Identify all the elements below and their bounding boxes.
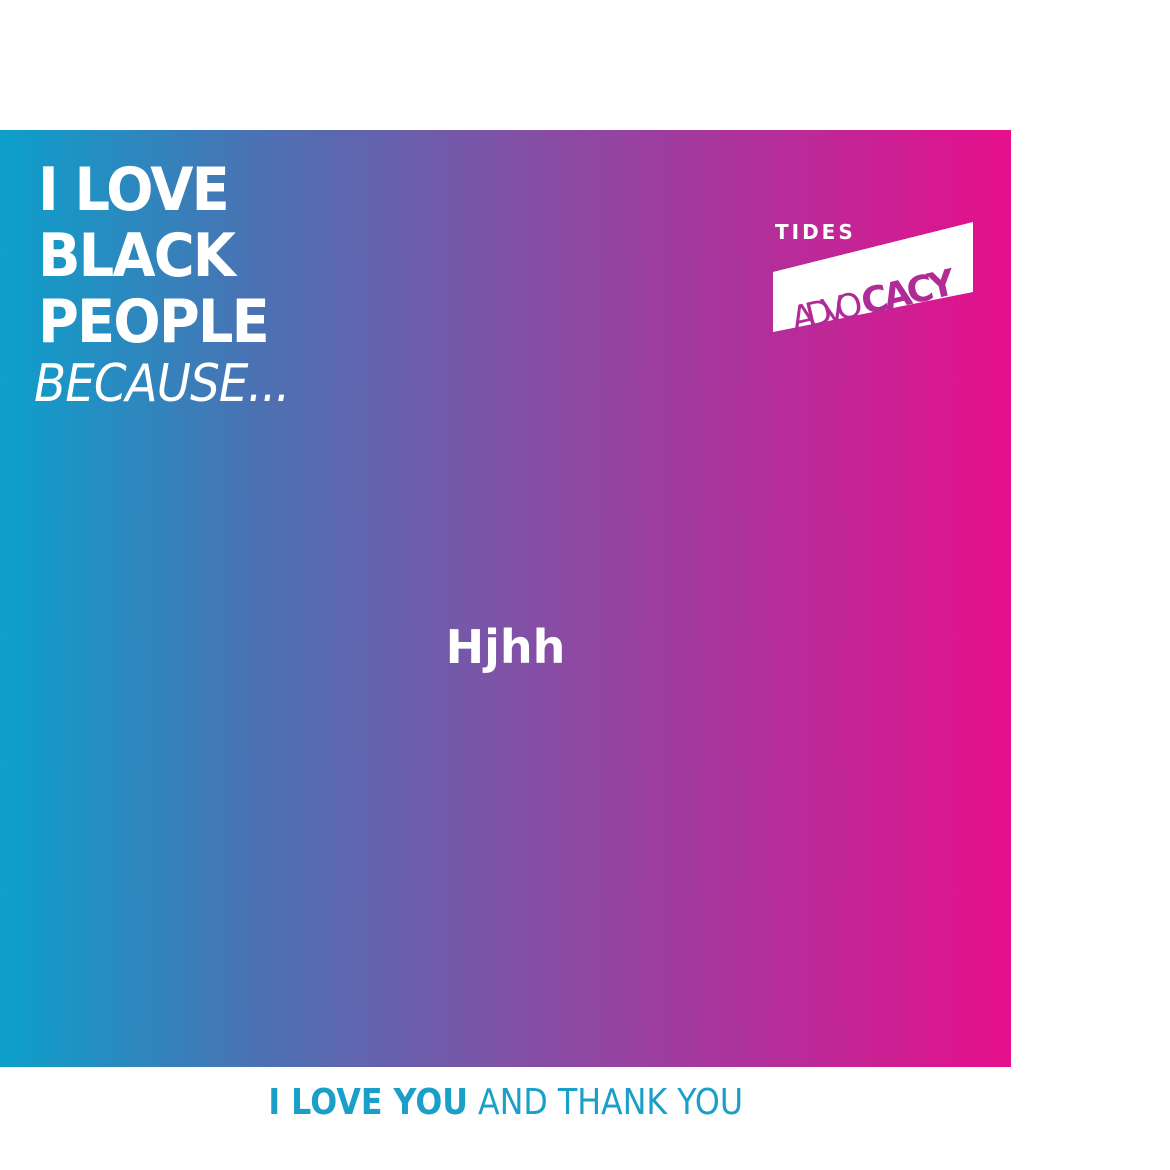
footer-strong-text: I LOVE YOU [268, 1082, 468, 1123]
page: I LOVE BLACK PEOPLE BECAUSE... TIDES ADV… [0, 0, 1170, 1170]
headline-because: BECAUSE... [34, 354, 290, 414]
footer-tagline-inner: I LOVE YOU AND THANK YOU [268, 1082, 743, 1123]
gradient-card: I LOVE BLACK PEOPLE BECAUSE... TIDES ADV… [0, 130, 1011, 1067]
headline-line-3: PEOPLE [38, 287, 270, 357]
footer-tagline: I LOVE YOU AND THANK YOU [0, 1082, 1011, 1123]
headline-line-2: BLACK [38, 221, 236, 291]
headline-line-1: I LOVE [38, 155, 230, 225]
footer-light-text: AND THANK YOU [467, 1082, 743, 1123]
tides-advocacy-logo: TIDES ADVO CACY [773, 220, 973, 335]
card-message: Hjhh [445, 620, 566, 674]
logo-badge: ADVO CACY [773, 222, 973, 335]
headline: I LOVE BLACK PEOPLE BECAUSE... [34, 155, 318, 410]
